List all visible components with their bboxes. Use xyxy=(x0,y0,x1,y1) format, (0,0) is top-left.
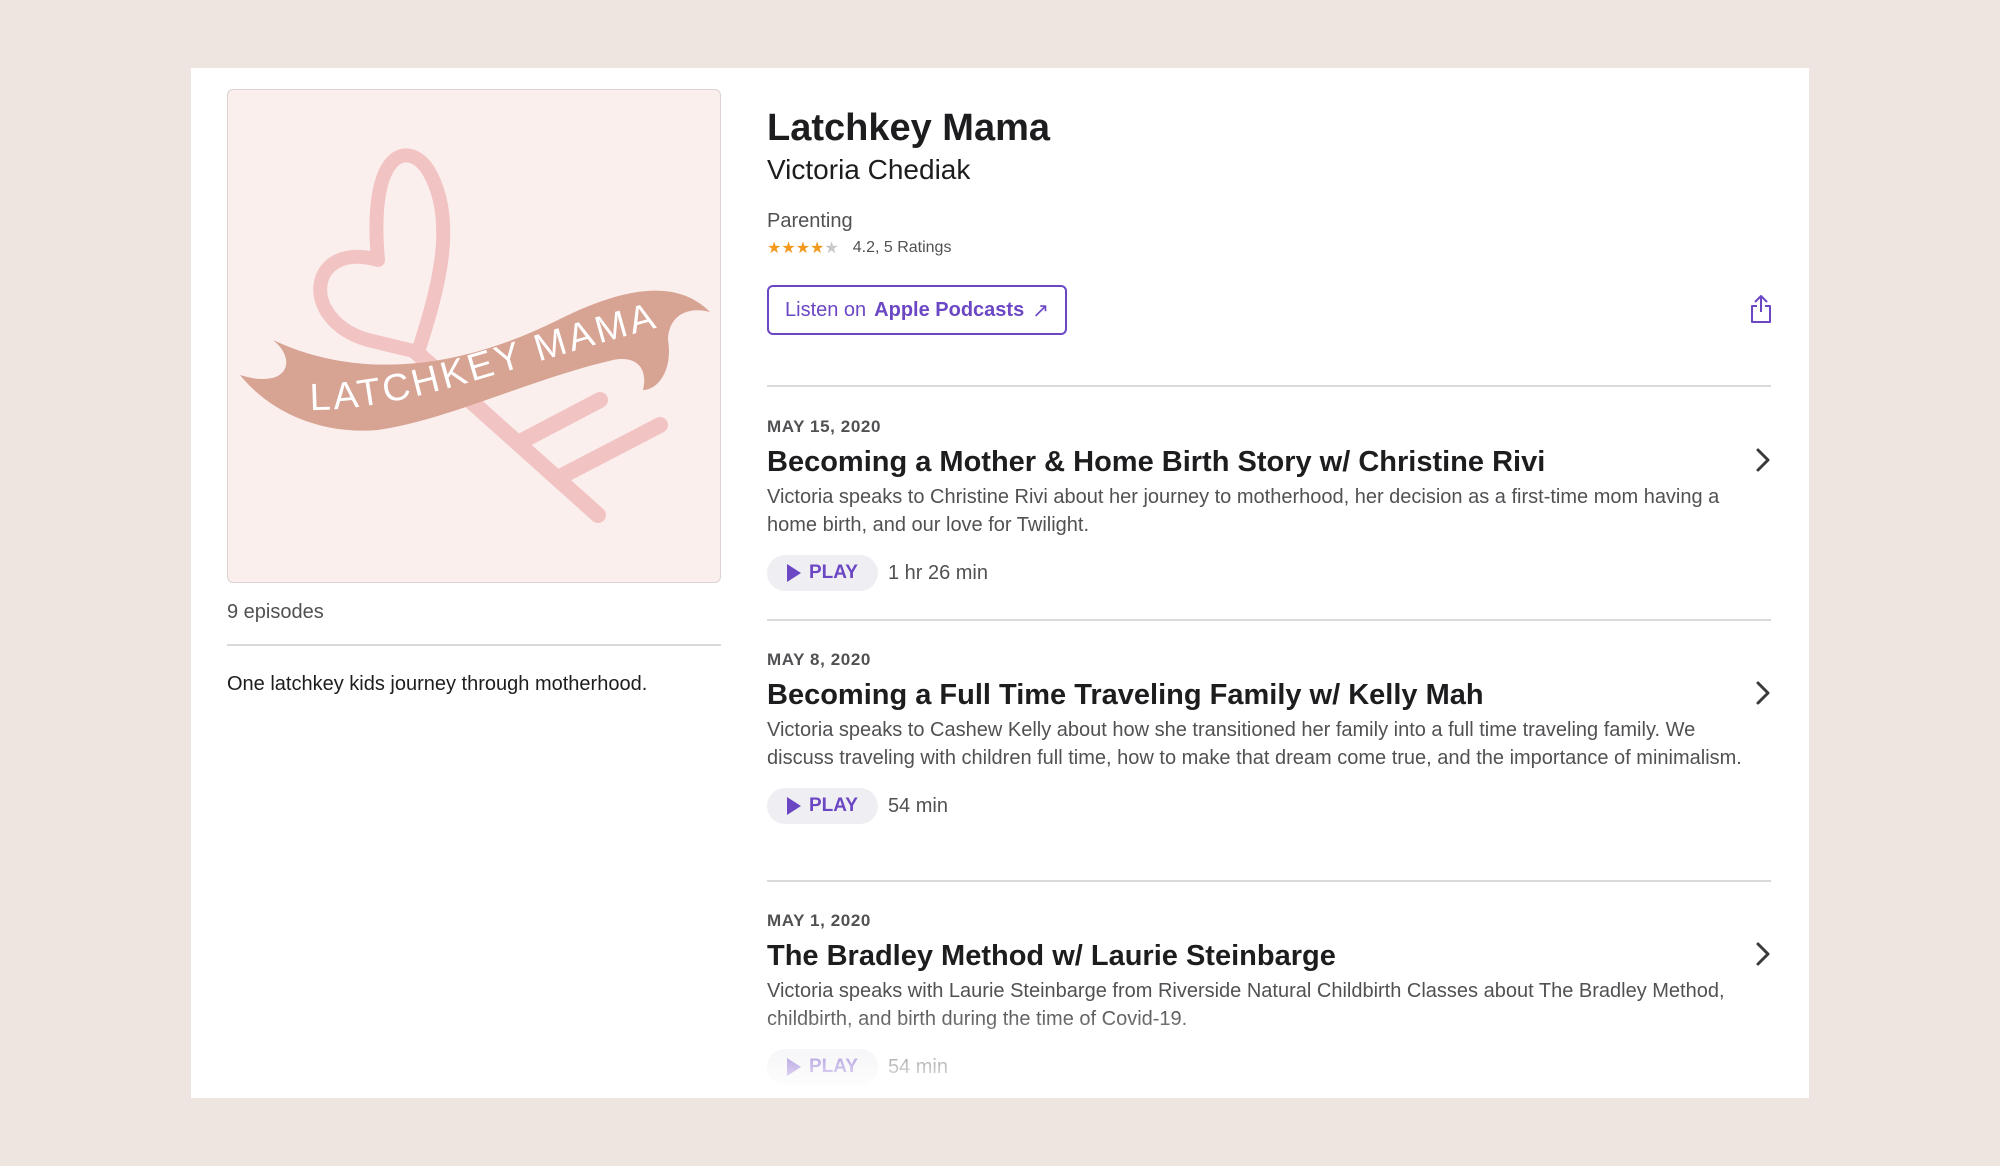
star-icon: ★ xyxy=(810,240,825,257)
key-heart-shape xyxy=(313,148,451,359)
star-rating: ★★★★★ xyxy=(767,238,839,258)
episode-summary: Victoria speaks with Laurie Steinbarge f… xyxy=(767,980,1725,1030)
rating-row: ★★★★★ 4.2, 5 Ratings xyxy=(767,238,1767,258)
star-icon: ★ xyxy=(781,240,796,257)
listen-prefix: Listen on xyxy=(785,298,867,321)
chevron-right-icon[interactable] xyxy=(1755,447,1771,473)
episode-date: MAY 15, 2020 xyxy=(767,417,882,436)
episode-duration: 54 min xyxy=(887,1055,948,1078)
divider xyxy=(767,619,1771,621)
play-icon xyxy=(787,1058,801,1076)
divider xyxy=(227,644,721,646)
episode-date: MAY 1, 2020 xyxy=(767,911,871,930)
share-icon[interactable] xyxy=(1749,294,1773,324)
episode-footer: PLAY 54 min xyxy=(767,788,1771,824)
play-icon xyxy=(787,797,801,815)
episode-summary: Victoria speaks to Christine Rivi about … xyxy=(767,486,1720,536)
key-tooth-2 xyxy=(512,392,608,450)
episode-footer: PLAY 1 hr 26 min xyxy=(767,555,1771,591)
star-icon: ★ xyxy=(795,240,811,257)
play-button[interactable]: PLAY xyxy=(767,1049,878,1085)
external-link-icon: ↗ xyxy=(1032,299,1049,322)
rating-text: 4.2, 5 Ratings xyxy=(852,239,952,256)
episode-title[interactable]: Becoming a Mother & Home Birth Story w/ … xyxy=(767,443,1771,481)
episode-item[interactable]: MAY 1, 2020 The Bradley Method w/ Laurie… xyxy=(767,911,1771,1085)
podcast-title: Latchkey Mama xyxy=(767,107,1051,149)
podcast-genre[interactable]: Parenting xyxy=(767,208,1767,234)
episode-duration: 1 hr 26 min xyxy=(887,561,988,584)
star-empty-icon: ★ xyxy=(824,240,839,257)
divider xyxy=(767,385,1771,387)
podcast-card: LATCHKEY MAMA 9 episodes One latchkey ki… xyxy=(191,68,1809,1098)
podcast-artwork: LATCHKEY MAMA xyxy=(227,89,721,583)
divider xyxy=(767,880,1771,882)
listen-label: Apple Podcasts xyxy=(874,298,1025,321)
episode-item[interactable]: MAY 8, 2020 Becoming a Full Time Traveli… xyxy=(767,650,1771,824)
play-label: PLAY xyxy=(809,562,858,583)
episode-summary: Victoria speaks to Cashew Kelly about ho… xyxy=(767,719,1742,769)
chevron-right-icon[interactable] xyxy=(1755,680,1771,706)
play-icon xyxy=(787,564,801,582)
podcast-header: Latchkey Mama Victoria Chediak Parenting… xyxy=(767,104,1767,258)
play-label: PLAY xyxy=(809,1056,858,1077)
star-icon: ★ xyxy=(767,240,782,257)
play-button[interactable]: PLAY xyxy=(767,555,878,591)
episode-item[interactable]: MAY 15, 2020 Becoming a Mother & Home Bi… xyxy=(767,417,1771,591)
play-label: PLAY xyxy=(809,795,858,816)
episode-title[interactable]: Becoming a Full Time Traveling Family w/… xyxy=(767,676,1771,714)
play-button[interactable]: PLAY xyxy=(767,788,878,824)
episode-title[interactable]: The Bradley Method w/ Laurie Steinbarge xyxy=(767,937,1771,975)
episode-footer: PLAY 54 min xyxy=(767,1049,1771,1085)
episode-duration: 54 min xyxy=(887,794,948,817)
listen-on-apple-podcasts-button[interactable]: Listen on Apple Podcasts ↗ xyxy=(767,285,1067,335)
latchkey-mama-logo: LATCHKEY MAMA xyxy=(240,148,710,523)
episode-count: 9 episodes xyxy=(227,601,324,623)
chevron-right-icon[interactable] xyxy=(1755,941,1771,967)
podcast-description: One latchkey kids journey through mother… xyxy=(227,673,648,695)
key-tooth-1 xyxy=(550,417,668,486)
podcast-author[interactable]: Victoria Chediak xyxy=(767,152,1767,188)
episode-date: MAY 8, 2020 xyxy=(767,650,871,669)
